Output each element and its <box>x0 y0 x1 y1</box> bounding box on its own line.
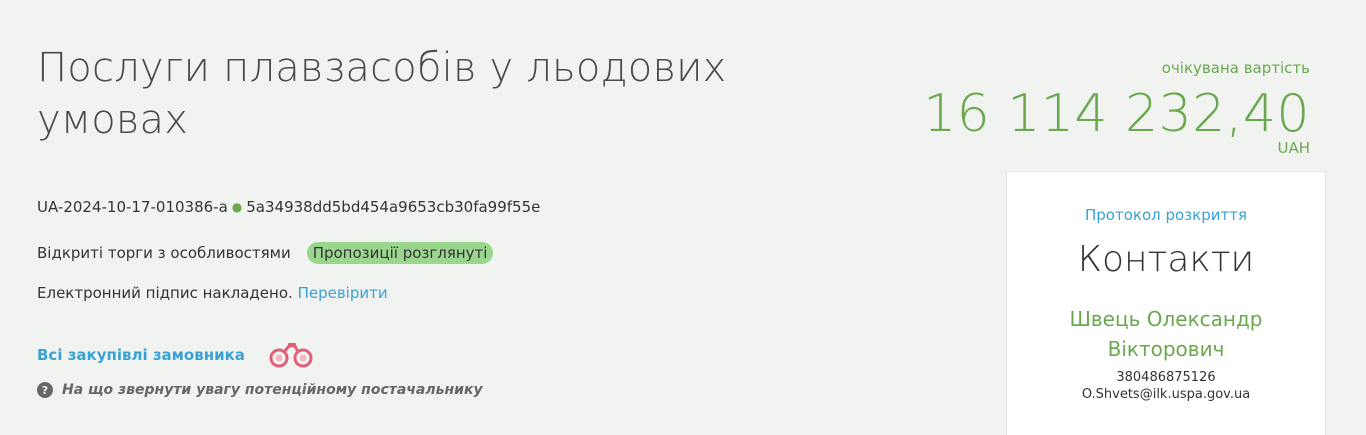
expected-value-amount: 16 114 232,40 <box>923 84 1310 144</box>
signature-text: Електронний підпис накладено. <box>37 284 293 302</box>
separator-dot-icon: ● <box>231 200 243 214</box>
contacts-title: Контакти <box>1077 239 1255 280</box>
expected-value-currency: UAH <box>1277 139 1310 157</box>
verify-signature-link[interactable]: Перевірити <box>298 284 388 302</box>
supplier-hint[interactable]: ? На що звернути увагу потенційному пост… <box>37 382 483 398</box>
binoculars-icon[interactable] <box>267 340 317 370</box>
contact-name-line1: Швець Олександр <box>1069 307 1263 331</box>
status-badge: Пропозиції розглянуті <box>306 242 494 264</box>
supplier-hint-text: На що звернути увагу потенційному постач… <box>62 382 483 398</box>
all-buyer-purchases-row: Всі закупівлі замовника <box>37 340 317 370</box>
contact-name: Швець Олександр Вікторович <box>1007 304 1325 364</box>
opening-protocol-link[interactable]: Протокол розкриття <box>1085 206 1247 224</box>
procedure-line: Відкриті торги з особливостями Пропозиці… <box>37 242 494 264</box>
procedure-type: Відкриті торги з особливостями <box>37 244 291 262</box>
page-title: Послуги плавзасобів у льодових умовах <box>37 45 727 143</box>
contact-phone: 380486875126 <box>1116 370 1216 385</box>
tender-id-line: UA-2024-10-17-010386-a ● 5a34938dd5bd454a9… <box>37 198 540 216</box>
expected-value-label: очікувана вартість <box>1161 59 1310 77</box>
contact-email[interactable]: O.Shvets@ilk.uspa.gov.ua <box>1007 387 1325 402</box>
all-buyer-purchases-link[interactable]: Всі закупівлі замовника <box>37 346 245 364</box>
contact-name-line2: Вікторович <box>1107 337 1225 361</box>
signature-line: Електронний підпис накладено. Перевірити <box>37 284 388 302</box>
question-circle-icon: ? <box>37 382 53 398</box>
tender-hash: 5a34938dd5bd454a9653cb30fa99f55e <box>246 198 541 216</box>
contact-card: Протокол розкриття Контакти Швець Олекса… <box>1006 171 1326 435</box>
tender-id: UA-2024-10-17-010386-a <box>37 198 228 216</box>
tender-page: Послуги плавзасобів у льодових умовах UA… <box>0 0 1366 435</box>
